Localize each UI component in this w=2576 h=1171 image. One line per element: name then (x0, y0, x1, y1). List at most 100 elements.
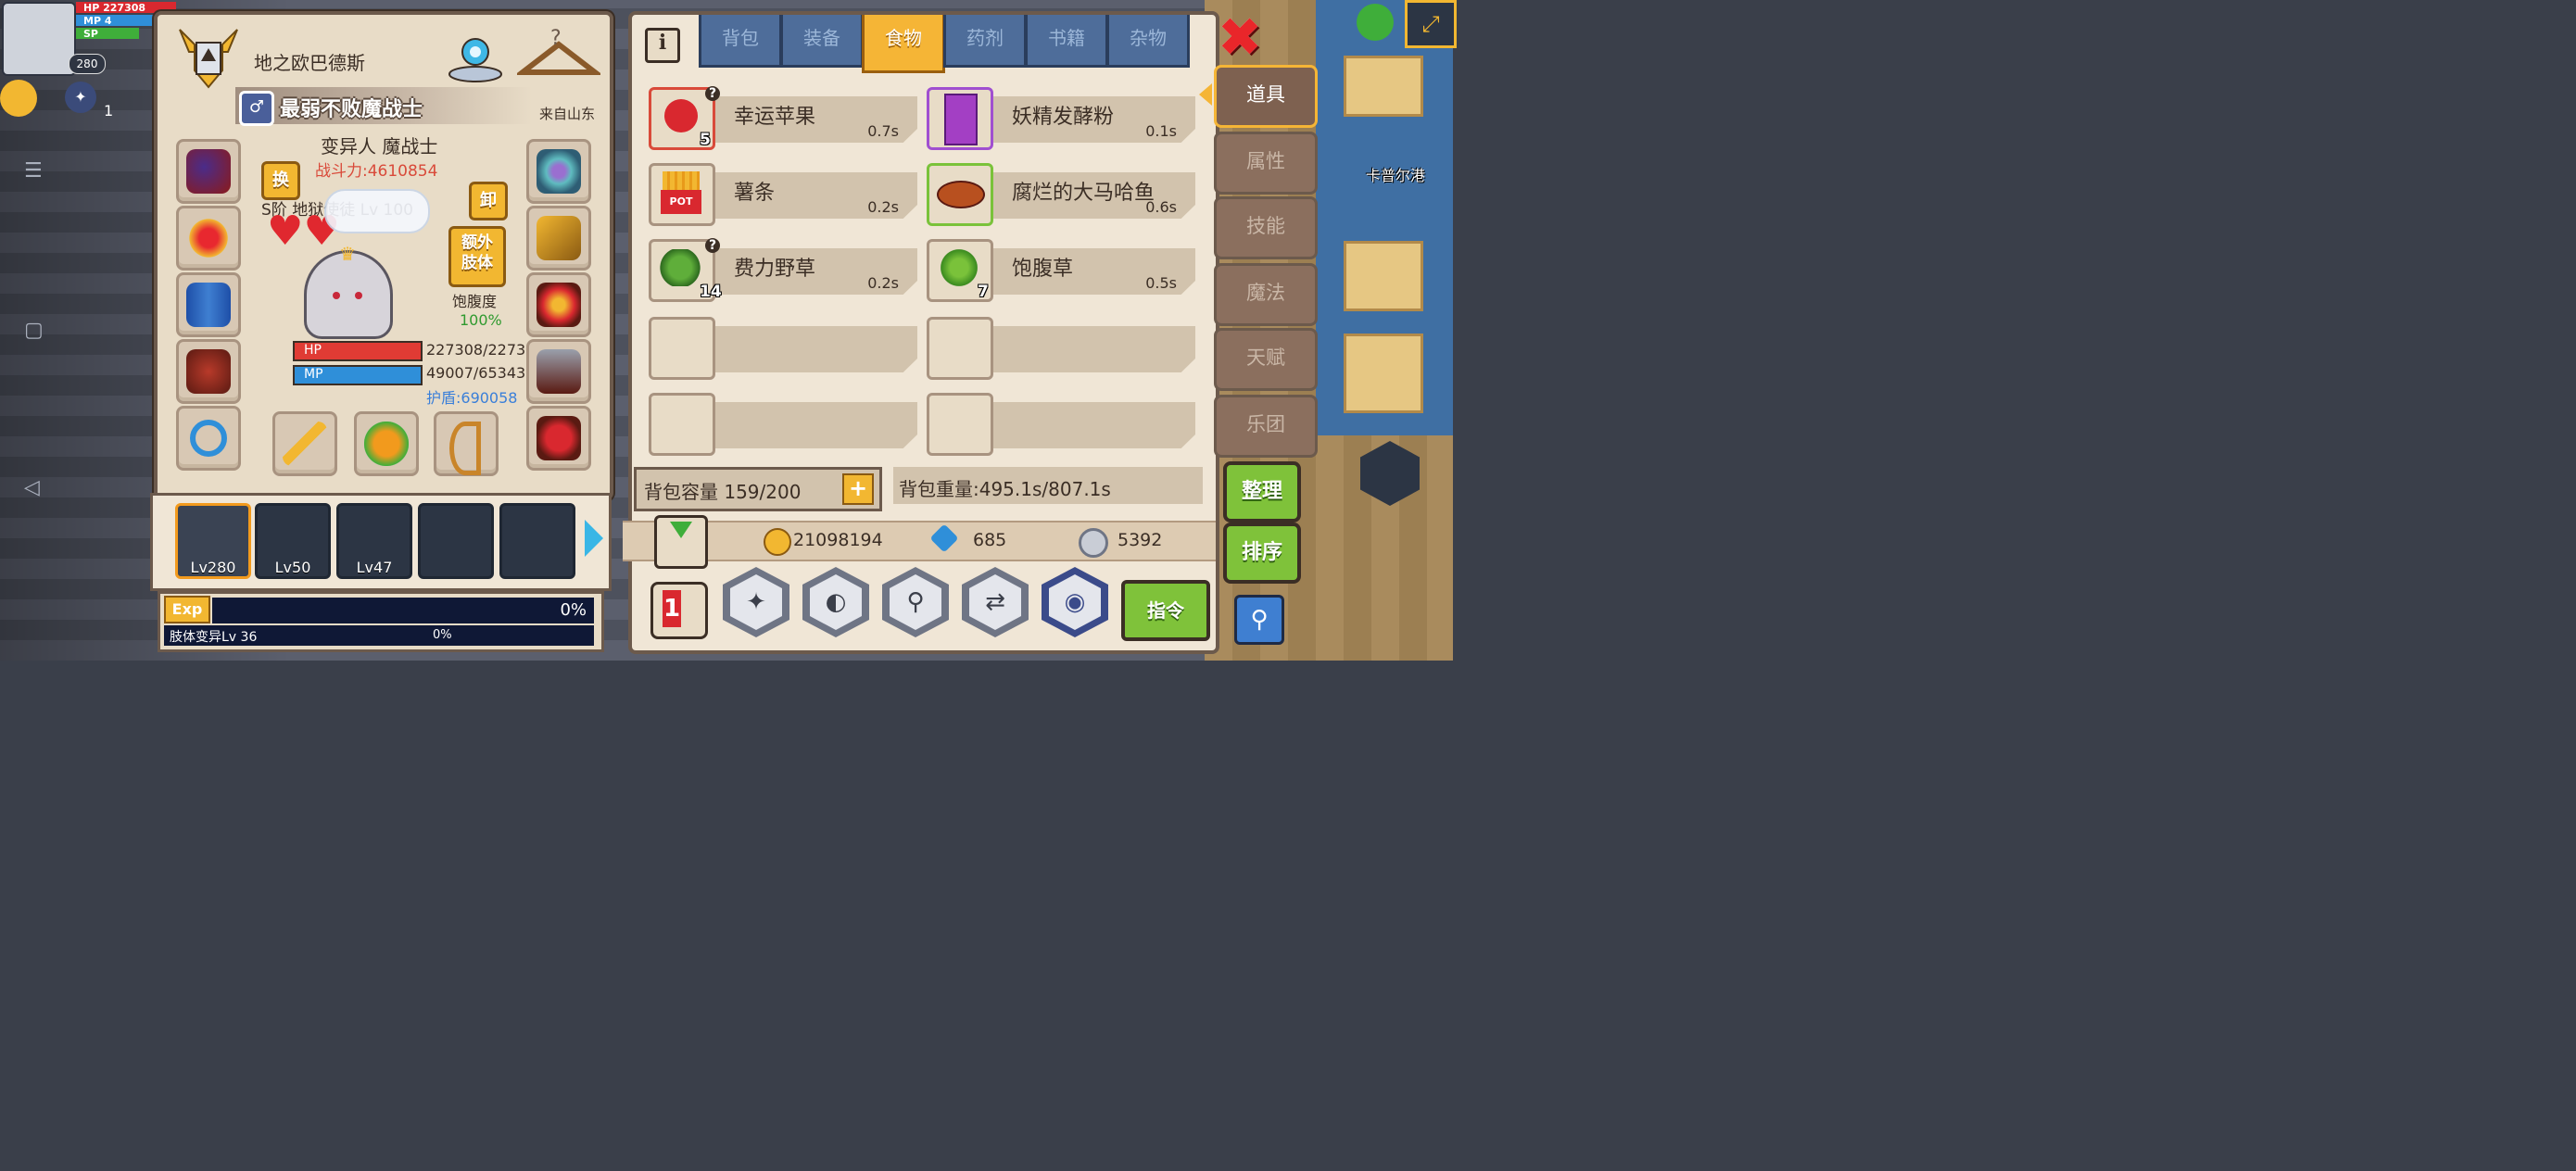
command-button[interactable]: 指令 (1121, 580, 1210, 641)
inventory-item[interactable]: ? 5 幸运苹果 0.7s (649, 86, 917, 150)
character-panel: 地之欧巴德斯 ? ♂ 最弱不败魔战士 来自山东 变异人 魔战士 战斗力:4610… (154, 11, 613, 500)
party-member-slot[interactable]: Lv50 (255, 503, 331, 579)
exit-icon[interactable]: ⤢ (1405, 0, 1457, 48)
hanger-help-icon[interactable]: ? (517, 24, 600, 85)
silver-coin-icon (1079, 528, 1108, 558)
equip-slot-cape[interactable] (176, 272, 241, 337)
equip-slot-helmet[interactable] (176, 139, 241, 204)
item-weight: 0.5s (1145, 274, 1177, 292)
helmet-search-button[interactable]: ◐ (802, 567, 869, 637)
equip-slot-boots[interactable] (526, 339, 591, 404)
item-row-bg (680, 326, 917, 372)
side-tab-skills[interactable]: 技能 (1214, 196, 1318, 259)
item-icon-slot (927, 163, 993, 226)
equip-slot-ring[interactable] (176, 406, 241, 471)
info-icon[interactable]: i (645, 28, 680, 63)
inventory-empty-slot[interactable] (927, 393, 1195, 456)
side-tab-band[interactable]: 乐团 (1214, 395, 1318, 458)
search-icon[interactable]: ⚲ (1234, 595, 1284, 645)
extra-limb-button[interactable]: 额外 肢体 (448, 226, 506, 287)
side-tab-talents[interactable]: 天赋 (1214, 328, 1318, 391)
map-building (1344, 241, 1423, 311)
player-avatar[interactable] (2, 2, 76, 76)
next-page-arrow-icon[interactable] (585, 520, 603, 557)
character-class: 变异人 魔战士 (321, 135, 438, 157)
character-origin: 来自山东 (539, 106, 596, 122)
equip-slot-belt[interactable] (526, 272, 591, 337)
inventory-item[interactable]: POT 薯条 0.2s (649, 163, 917, 226)
tab-equipment[interactable]: 装备 (780, 15, 864, 68)
system-back-icon[interactable]: ◁ (24, 476, 40, 499)
player-level-badge: 280 (69, 54, 106, 74)
tab-books[interactable]: 书籍 (1025, 15, 1108, 68)
hp-bar-label: HP (304, 343, 322, 358)
portal-button[interactable]: ◉ (1042, 567, 1108, 637)
party-empty-slot[interactable] (499, 503, 575, 579)
satiety-value: 100% (460, 311, 502, 329)
swap-arrows-button[interactable]: ⇄ (962, 567, 1029, 637)
party-empty-slot[interactable] (418, 503, 494, 579)
equip-slot-emblem[interactable] (526, 139, 591, 204)
inventory-item[interactable]: 7 饱腹草 0.5s (927, 239, 1195, 302)
equip-slot-bow[interactable] (434, 411, 499, 476)
staff-icon (283, 422, 327, 466)
download-icon[interactable] (654, 515, 708, 569)
gold-amount: 21098194 (793, 530, 883, 550)
side-tab-items[interactable]: 道具 (1214, 65, 1318, 128)
inventory-empty-slot[interactable] (927, 317, 1195, 380)
globe-icon[interactable] (1357, 4, 1394, 41)
magnify-button[interactable]: ⚲ (882, 567, 949, 637)
party-roster: Lv280 Lv50 Lv47 (150, 493, 612, 591)
map-location-label: 卡普尔港 (1366, 167, 1426, 184)
close-icon[interactable]: ✖ (1216, 10, 1264, 64)
equip-slot-offhand[interactable] (526, 406, 591, 471)
system-square-icon[interactable]: ▢ (24, 319, 44, 342)
party-member-slot[interactable]: Lv280 (175, 503, 251, 579)
item-icon-slot: 7 (927, 239, 993, 302)
compass-icon: ✦ (730, 574, 782, 630)
tab-misc[interactable]: 杂物 (1106, 15, 1190, 68)
boots-icon (537, 349, 581, 394)
inventory-empty-slot[interactable] (649, 393, 917, 456)
herb-icon (937, 247, 981, 288)
expand-capacity-button[interactable]: + (842, 473, 874, 505)
tab-food[interactable]: 食物 (862, 15, 945, 73)
currency-shortcut-icon[interactable] (0, 80, 37, 117)
download-arrow (670, 522, 692, 538)
tab-potions[interactable]: 药剂 (943, 15, 1027, 68)
portal-icon: ◉ (1049, 574, 1101, 630)
shield-value: 护盾:690058 (426, 389, 518, 407)
inventory-empty-slot[interactable] (649, 317, 917, 380)
party-member-slot[interactable]: Lv47 (336, 503, 412, 579)
equip-slot-weapon[interactable] (272, 411, 337, 476)
compass-button[interactable]: ✦ (723, 567, 789, 637)
inventory-item[interactable]: 腐烂的大马哈鱼 0.6s (927, 163, 1195, 226)
map-building (1344, 56, 1423, 117)
limb-mutation-label: 肢体变异Lv 36 (170, 630, 258, 645)
gold-coin-icon (764, 528, 791, 556)
inventory-item[interactable]: ? 14 费力野草 0.2s (649, 238, 917, 302)
menu-lines-icon[interactable]: ☰ (24, 159, 43, 183)
sort-button[interactable]: 排序 (1223, 523, 1301, 584)
unequip-button[interactable]: 卸 (469, 182, 508, 220)
equip-slot-gloves[interactable] (526, 206, 591, 271)
side-tab-attributes[interactable]: 属性 (1214, 132, 1318, 195)
hotkey-123-button[interactable]: 1 (650, 582, 708, 639)
skill-star-icon[interactable]: ✦ (65, 82, 96, 113)
ring-icon (190, 420, 227, 457)
crystal-pedestal-icon[interactable] (445, 24, 506, 85)
tab-backpack[interactable]: 背包 (699, 15, 782, 68)
item-icon-slot (649, 393, 715, 456)
title-banner: ♂ 最弱不败魔战士 (235, 87, 532, 126)
hud-mp-value: 4 (104, 15, 112, 27)
swap-button[interactable]: 换 (261, 161, 300, 200)
side-tab-magic[interactable]: 魔法 (1214, 263, 1318, 326)
bow-icon (449, 422, 481, 475)
equip-slot-armor[interactable] (176, 339, 241, 404)
equip-slot-pet[interactable] (354, 411, 419, 476)
organize-button[interactable]: 整理 (1223, 461, 1301, 523)
inventory-item[interactable]: 妖精发酵粉 0.1s (927, 87, 1195, 150)
equip-slot-necklace[interactable] (176, 206, 241, 271)
item-name: 腐烂的大马哈鱼 (1012, 182, 1155, 205)
item-quantity: 7 (978, 283, 989, 301)
